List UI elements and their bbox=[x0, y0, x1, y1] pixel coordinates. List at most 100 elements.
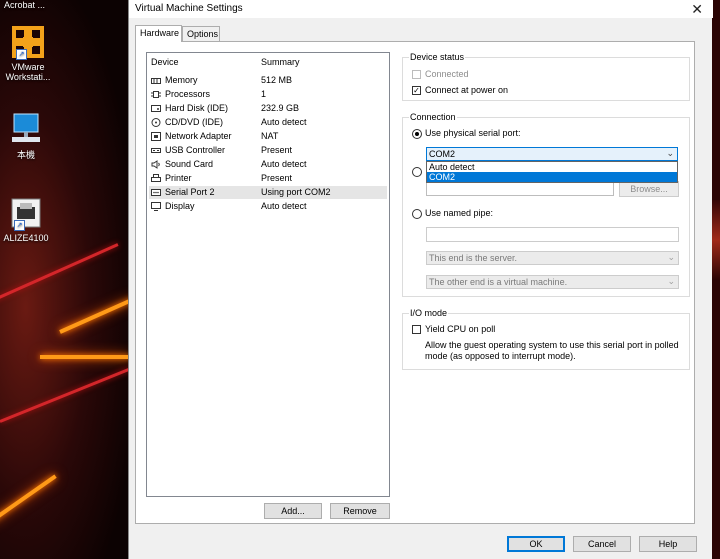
device-name: CD/DVD (IDE) bbox=[165, 117, 223, 127]
physical-port-dropdown: Auto detect COM2 bbox=[426, 161, 678, 183]
physical-port-select[interactable]: COM2 ⌄ bbox=[426, 147, 678, 161]
device-summary: Using port COM2 bbox=[261, 187, 331, 197]
device-list-header: Device Summary bbox=[147, 57, 389, 71]
help-button[interactable]: Help bbox=[639, 536, 697, 552]
browse-button[interactable]: Browse... bbox=[619, 181, 679, 197]
device-summary: Present bbox=[261, 173, 293, 183]
hard-disk-icon bbox=[151, 104, 161, 113]
device-summary: NAT bbox=[261, 131, 279, 141]
desktop-icon-label: 本機 bbox=[16, 150, 35, 160]
cancel-button[interactable]: Cancel bbox=[573, 536, 631, 552]
desktop-icon-alize4100[interactable]: ↗ ALIZE4100 bbox=[0, 195, 56, 243]
device-name: Sound Card bbox=[165, 159, 214, 169]
pipe-end-value: This end is the server. bbox=[429, 253, 518, 263]
memory-icon bbox=[151, 76, 161, 85]
output-file-input[interactable] bbox=[426, 181, 614, 196]
connection-group: Connection Use physical serial port: COM… bbox=[402, 112, 690, 297]
desktop-icon-label: ALIZE4100 bbox=[3, 233, 49, 243]
device-summary: 1 bbox=[261, 89, 267, 99]
use-physical-port-radio[interactable] bbox=[412, 129, 422, 139]
shortcut-arrow-icon: ↗ bbox=[14, 220, 25, 231]
chevron-down-icon: ⌄ bbox=[667, 252, 675, 262]
ok-button[interactable]: OK bbox=[507, 536, 565, 552]
wallpaper-stripe bbox=[59, 297, 128, 334]
connection-label: Connection bbox=[409, 112, 457, 122]
named-pipe-input[interactable] bbox=[426, 227, 679, 242]
wallpaper-stripe bbox=[0, 474, 57, 524]
io-mode-description: Allow the guest operating system to use … bbox=[425, 340, 679, 361]
vm-settings-dialog: Virtual Machine Settings ✕ Hardware Opti… bbox=[128, 0, 713, 559]
device-row-cd-dvd[interactable]: CD/DVD (IDE) Auto detect bbox=[149, 116, 387, 129]
cd-dvd-icon bbox=[151, 118, 161, 127]
device-row-hard-disk[interactable]: Hard Disk (IDE) 232.9 GB bbox=[149, 102, 387, 115]
shortcut-arrow-icon: ↗ bbox=[16, 49, 27, 60]
physical-port-value: COM2 bbox=[429, 149, 456, 159]
device-name: Display bbox=[165, 201, 195, 211]
device-summary: Auto detect bbox=[261, 201, 307, 211]
tab-options[interactable]: Options bbox=[182, 26, 220, 41]
usb-icon bbox=[151, 146, 161, 155]
use-named-pipe-label: Use named pipe: bbox=[425, 208, 494, 218]
device-row-sound-card[interactable]: Sound Card Auto detect bbox=[149, 158, 387, 171]
yield-cpu-checkbox[interactable] bbox=[412, 325, 421, 334]
device-name: Network Adapter bbox=[165, 131, 232, 141]
use-named-pipe-radio[interactable] bbox=[412, 209, 422, 219]
desktop-background: Acrobat ... ↗ VMware Workstati... 本機 ↗ A… bbox=[0, 0, 128, 559]
port-option-auto-detect[interactable]: Auto detect bbox=[427, 162, 677, 172]
sound-icon bbox=[151, 160, 161, 169]
display-icon bbox=[151, 202, 161, 211]
column-header-device[interactable]: Device bbox=[151, 57, 179, 67]
device-row-processors[interactable]: Processors 1 bbox=[149, 88, 387, 101]
other-end-value: The other end is a virtual machine. bbox=[429, 277, 568, 287]
chevron-down-icon[interactable]: ⌄ bbox=[666, 147, 674, 159]
printer-app-icon: ↗ bbox=[8, 195, 44, 231]
device-row-network-adapter[interactable]: Network Adapter NAT bbox=[149, 130, 387, 143]
desktop-icon-this-pc[interactable]: 本機 bbox=[0, 110, 56, 161]
serial-port-icon bbox=[151, 188, 161, 197]
device-row-display[interactable]: Display Auto detect bbox=[149, 200, 387, 213]
connect-at-power-on-checkbox[interactable]: ✓ bbox=[412, 86, 421, 95]
port-option-com2[interactable]: COM2 bbox=[427, 172, 677, 182]
device-row-serial-port-2[interactable]: Serial Port 2 Using port COM2 bbox=[149, 186, 387, 199]
processor-icon bbox=[151, 90, 161, 99]
wallpaper-stripe bbox=[0, 367, 128, 423]
use-output-file-radio[interactable] bbox=[412, 167, 422, 177]
device-row-usb-controller[interactable]: USB Controller Present bbox=[149, 144, 387, 157]
other-end-select[interactable]: The other end is a virtual machine. ⌄ bbox=[426, 275, 679, 289]
chevron-down-icon: ⌄ bbox=[667, 276, 675, 286]
desktop-icon-vmware[interactable]: ↗ VMware Workstati... bbox=[0, 24, 58, 82]
desktop-icon-label: VMware Workstati... bbox=[5, 62, 51, 82]
pipe-end-select[interactable]: This end is the server. ⌄ bbox=[426, 251, 679, 265]
computer-icon bbox=[8, 110, 44, 146]
device-name: Hard Disk (IDE) bbox=[165, 103, 229, 113]
device-summary: 232.9 GB bbox=[261, 103, 300, 113]
device-list[interactable]: Device Summary Memory 512 MB Processors … bbox=[146, 52, 390, 497]
window-title: Virtual Machine Settings bbox=[135, 3, 243, 14]
network-icon bbox=[151, 132, 161, 141]
device-summary: Auto detect bbox=[261, 159, 307, 169]
connected-label: Connected bbox=[425, 69, 469, 79]
add-button[interactable]: Add... bbox=[264, 503, 322, 519]
device-status-label: Device status bbox=[409, 52, 466, 62]
io-mode-group: I/O mode Yield CPU on poll Allow the gue… bbox=[402, 308, 690, 370]
column-header-summary[interactable]: Summary bbox=[261, 57, 300, 67]
close-icon[interactable]: ✕ bbox=[691, 0, 703, 18]
device-row-memory[interactable]: Memory 512 MB bbox=[149, 74, 387, 87]
remove-button[interactable]: Remove bbox=[330, 503, 390, 519]
connected-checkbox[interactable] bbox=[412, 70, 421, 79]
device-summary: Present bbox=[261, 145, 293, 155]
device-name: Serial Port 2 bbox=[165, 187, 215, 197]
title-bar[interactable]: Virtual Machine Settings ✕ bbox=[129, 0, 713, 18]
hardware-tab-panel: Device Summary Memory 512 MB Processors … bbox=[135, 41, 695, 524]
device-name: Memory bbox=[165, 75, 198, 85]
device-summary: Auto detect bbox=[261, 117, 307, 127]
tab-hardware[interactable]: Hardware bbox=[135, 25, 182, 42]
desktop-top-label: Acrobat ... bbox=[4, 0, 46, 10]
connect-at-power-on-label: Connect at power on bbox=[425, 85, 509, 95]
device-name: Processors bbox=[165, 89, 211, 99]
printer-icon bbox=[151, 174, 161, 183]
wallpaper-stripe bbox=[40, 355, 128, 359]
device-row-printer[interactable]: Printer Present bbox=[149, 172, 387, 185]
io-mode-label: I/O mode bbox=[409, 308, 449, 318]
yield-cpu-label: Yield CPU on poll bbox=[425, 324, 496, 334]
